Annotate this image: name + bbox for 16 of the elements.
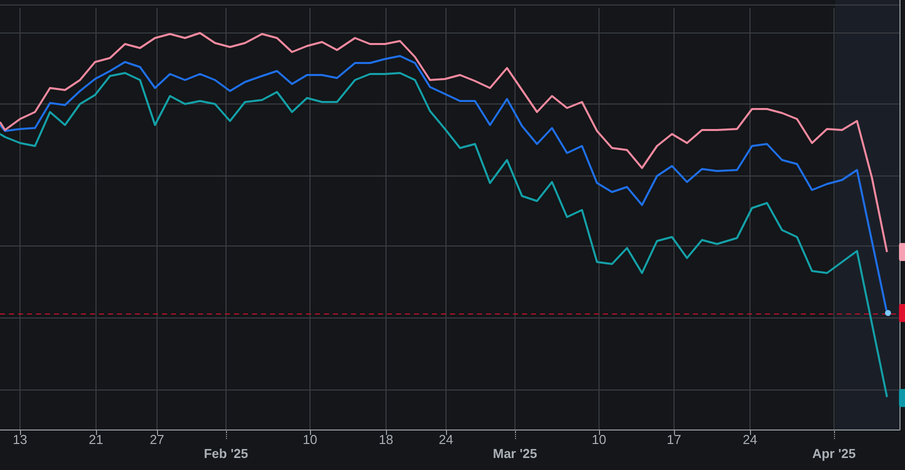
price-marker bbox=[899, 304, 905, 322]
axis-label: 18 bbox=[378, 432, 394, 448]
axis-label: 24 bbox=[438, 432, 454, 448]
axis-label: 17 bbox=[666, 432, 682, 448]
axis-label: 27 bbox=[150, 432, 164, 448]
axis-label: 21 bbox=[88, 432, 104, 448]
price-marker bbox=[899, 389, 905, 407]
axis-label: 13 bbox=[12, 432, 28, 448]
axis-label: Apr '25 bbox=[812, 446, 856, 462]
axis-label: Feb '25 bbox=[204, 446, 248, 462]
axis-label: 10 bbox=[302, 432, 318, 448]
axis-label: Mar '25 bbox=[492, 446, 538, 462]
price-marker bbox=[899, 243, 905, 261]
axis-label: 10 bbox=[592, 432, 606, 448]
axis-label: 24 bbox=[742, 432, 758, 448]
point-marker bbox=[885, 310, 891, 316]
